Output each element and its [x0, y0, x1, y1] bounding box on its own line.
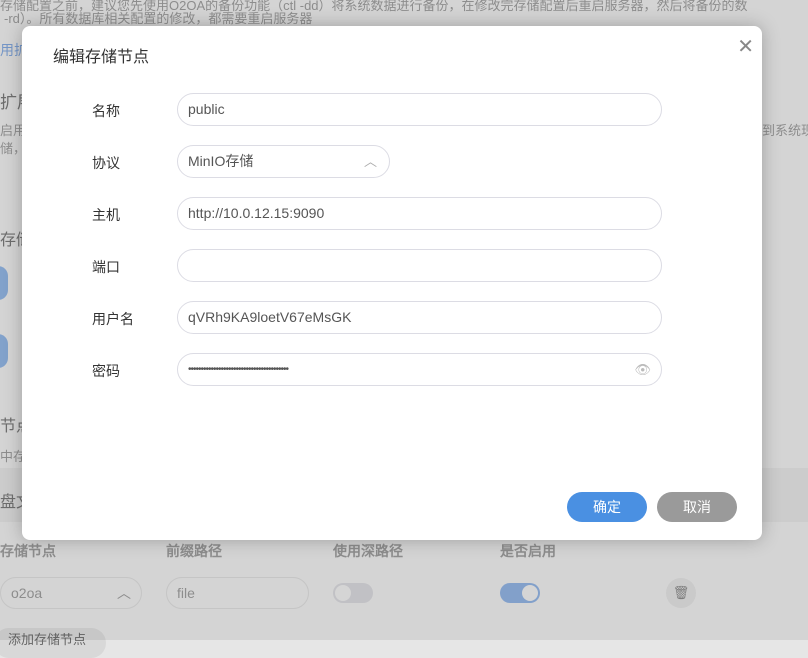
confirm-button[interactable]: 确定	[567, 492, 647, 522]
field-label: 名称	[92, 103, 120, 119]
password-field-row: 密码 •••••••••••••••••••••••••••••••••••••…	[22, 353, 762, 387]
cancel-button[interactable]: 取消	[657, 492, 737, 522]
field-label: 协议	[92, 155, 120, 171]
field-label: 密码	[92, 363, 120, 379]
name-field-row: 名称 public	[22, 93, 762, 127]
host-field-row: 主机 http://10.0.12.15:9090	[22, 197, 762, 231]
protocol-select[interactable]: MinIO存储 ︿	[177, 145, 390, 178]
protocol-value: MinIO存储	[188, 153, 254, 169]
protocol-field-row: 协议 MinIO存储 ︿	[22, 145, 762, 179]
eye-off-icon[interactable]: 👁	[634, 354, 651, 385]
field-label: 主机	[92, 207, 120, 223]
password-input[interactable]: ••••••••••••••••••••••••••••••••••••••••…	[177, 353, 662, 386]
username-input[interactable]: qVRh9KA9loetV67eMsGK	[177, 301, 662, 334]
host-input[interactable]: http://10.0.12.15:9090	[177, 197, 662, 230]
port-field-row: 端口	[22, 249, 762, 283]
edit-storage-node-dialog: 编辑存储节点 ✕ 名称 public 协议 MinIO存储 ︿ 主机 http:/…	[22, 26, 762, 540]
field-label: 端口	[92, 259, 120, 275]
username-field-row: 用户名 qVRh9KA9loetV67eMsGK	[22, 301, 762, 335]
close-icon[interactable]: ✕	[737, 34, 754, 59]
dialog-title: 编辑存储节点	[53, 49, 150, 66]
port-input[interactable]	[177, 249, 662, 282]
password-value: ••••••••••••••••••••••••••••••••••••••••	[188, 364, 289, 375]
field-label: 用户名	[92, 311, 134, 327]
chevron-up-icon: ︿	[363, 154, 377, 169]
name-input[interactable]: public	[177, 93, 662, 126]
